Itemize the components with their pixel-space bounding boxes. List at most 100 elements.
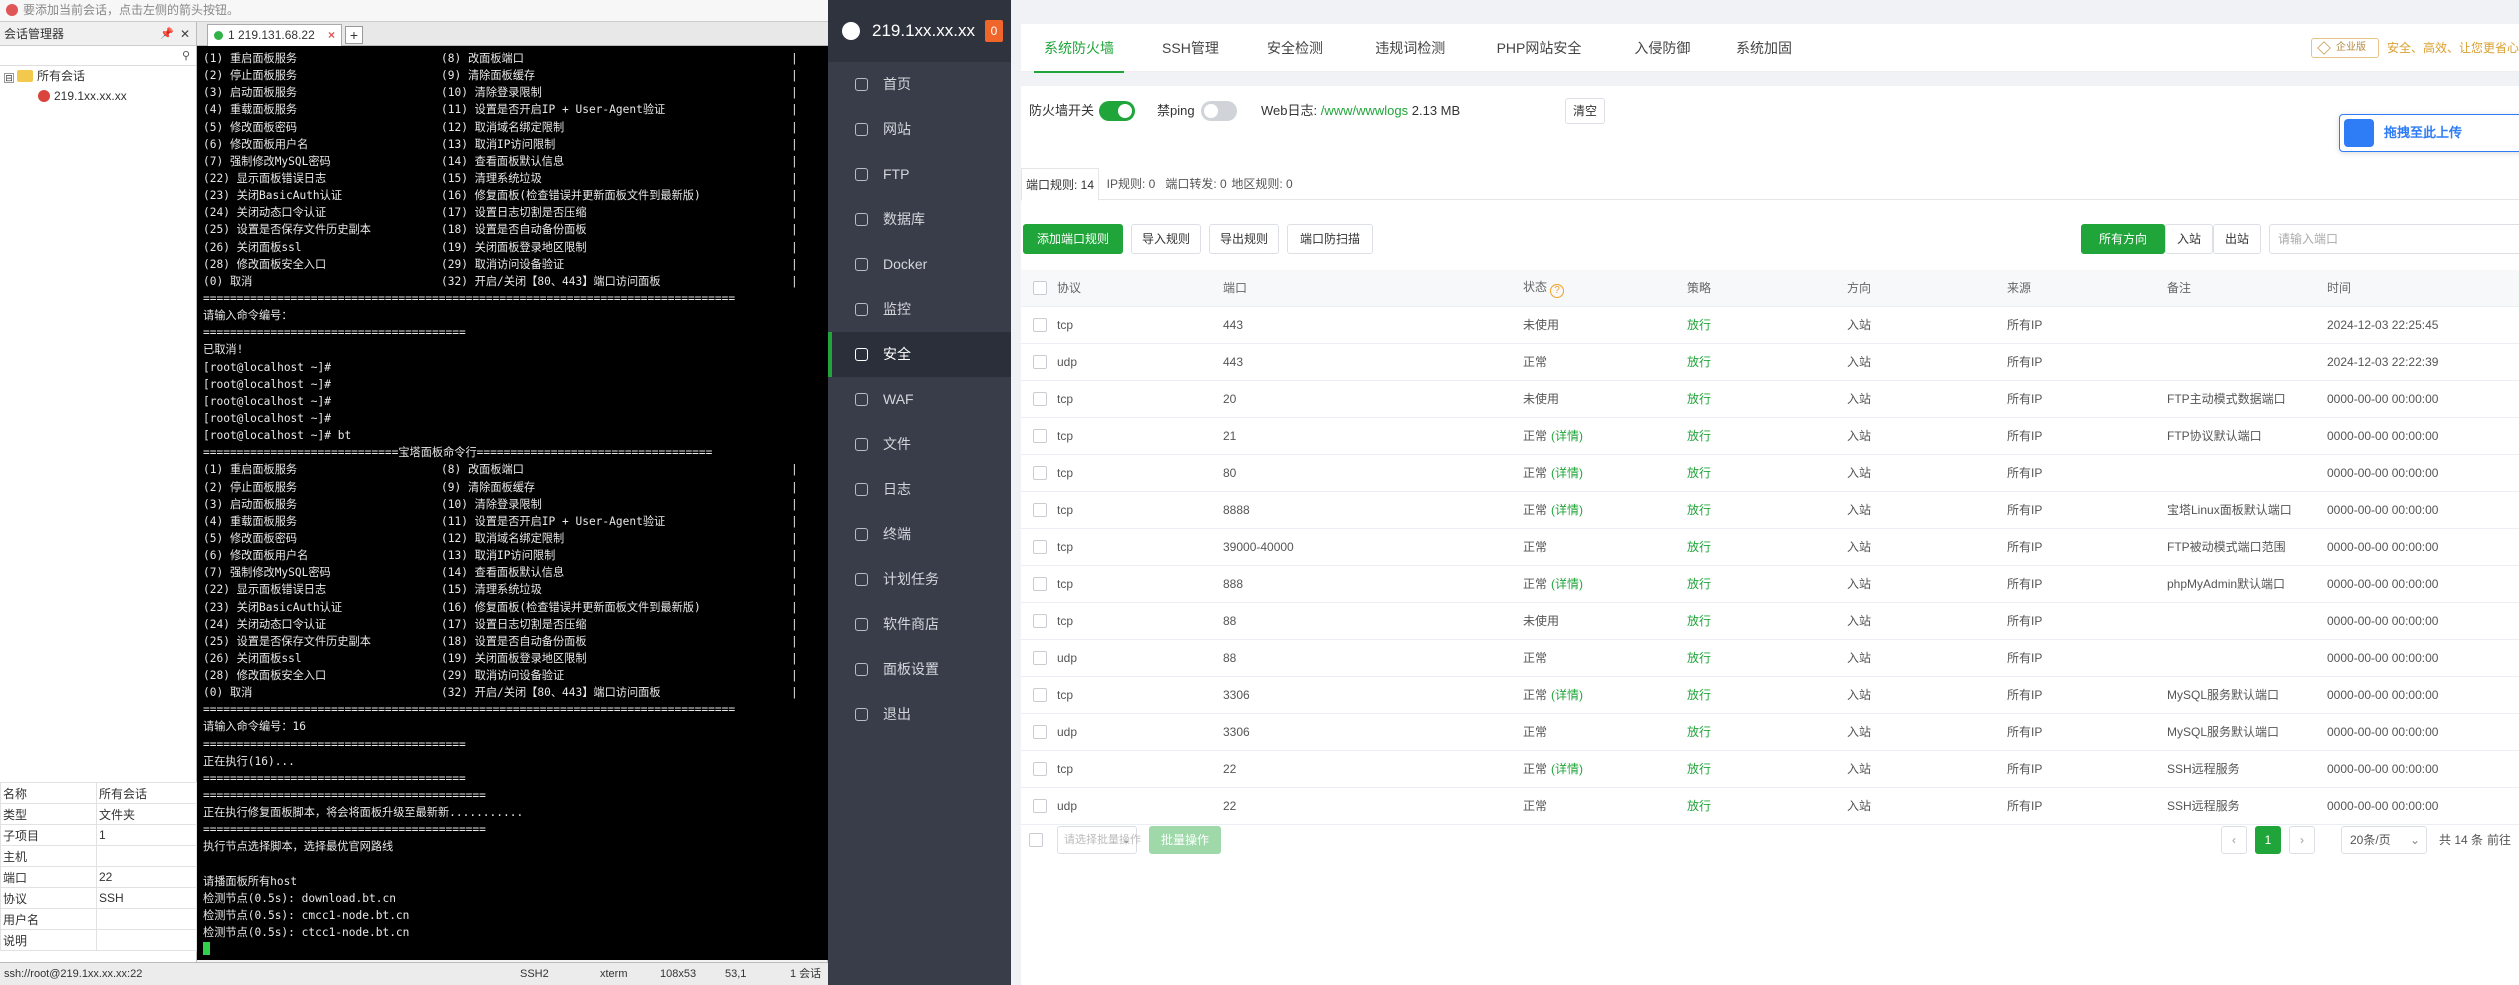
sidebar-item-6[interactable]: 监控	[828, 287, 1011, 332]
select-all-checkbox[interactable]	[1029, 833, 1043, 847]
row-checkbox[interactable]	[1033, 391, 1047, 406]
source-cell-text: 所有IP	[2007, 429, 2043, 443]
sidebar-item-1[interactable]: 首页	[828, 62, 1011, 107]
row-checkbox[interactable]	[1033, 576, 1047, 591]
status-detail-link[interactable]: (详情)	[1551, 429, 1583, 443]
sidebar-item-12[interactable]: 计划任务	[828, 557, 1011, 602]
status-detail-link[interactable]: (详情)	[1551, 503, 1583, 517]
batch-operation-button[interactable]: 批量操作	[1149, 826, 1221, 854]
import-rules-button[interactable]: 导入规则	[1131, 224, 1201, 254]
tree-item-server[interactable]: 219.1xx.xx.xx	[0, 86, 196, 106]
notification-badge[interactable]: 0	[985, 20, 1003, 42]
rule-tab-4[interactable]: 地区规则: 0	[1229, 168, 1295, 200]
row-checkbox-cell	[1021, 602, 1057, 640]
sidebar-item-11[interactable]: 终端	[828, 512, 1011, 557]
terminal-text: 已取消!	[203, 343, 244, 357]
new-tab-button[interactable]: +	[345, 26, 363, 44]
protocol-cell: tcp	[1057, 417, 1223, 455]
sidebar-item-7[interactable]: 安全	[828, 332, 1011, 377]
direction-all-button[interactable]: 所有方向	[2081, 224, 2165, 254]
weblog-path-link[interactable]: /www/wwwlogs	[1321, 103, 1408, 118]
page-size-select[interactable]: 20条/页 ⌄	[2341, 826, 2427, 854]
rule-tab-3[interactable]: 端口转发: 0	[1163, 168, 1229, 200]
terminal-text: (16) 修复面板(检查错误并更新面板文件到最新版)	[441, 600, 701, 614]
direction-in-button[interactable]: 入站	[2165, 224, 2213, 254]
sidebar-item-13[interactable]: 软件商店	[828, 602, 1011, 647]
close-icon[interactable]: ✕	[180, 22, 190, 46]
drag-upload-tip[interactable]: 拖拽至此上传	[2339, 114, 2519, 152]
sidebar-item-9[interactable]: 文件	[828, 422, 1011, 467]
switch-knob	[1118, 104, 1132, 118]
pin-icon[interactable]: 📌	[160, 22, 174, 46]
row-checkbox[interactable]	[1033, 650, 1047, 665]
port-search-input[interactable]	[2269, 224, 2519, 254]
row-checkbox[interactable]	[1033, 724, 1047, 739]
status-detail-link[interactable]: (详情)	[1551, 466, 1583, 480]
tab-security-7[interactable]: 系统加固	[1736, 24, 1792, 72]
row-checkbox[interactable]	[1033, 354, 1047, 369]
sidebar-item-4[interactable]: 数据库	[828, 197, 1011, 242]
port-cell: 8888	[1223, 491, 1523, 529]
table-row: tcp 3306 正常 (详情) 放行 入站 所有IP MySQL服务默认端口 0000-00-…	[1021, 676, 2519, 714]
row-checkbox[interactable]	[1033, 465, 1047, 480]
status-detail-link[interactable]: (详情)	[1551, 577, 1583, 591]
session-search[interactable]: ⚲	[0, 46, 196, 66]
row-checkbox[interactable]	[1033, 613, 1047, 628]
tab-security-6[interactable]: 入侵防御	[1634, 24, 1690, 72]
clear-log-button[interactable]: 清空	[1565, 98, 1605, 124]
sidebar-item-10[interactable]: 日志	[828, 467, 1011, 512]
sidebar-item-label: 监控	[883, 301, 911, 317]
security-tabs: 系统防火墙 SSH管理 安全检测 违规词检测 PHP网站安全 入侵防御 系统加固 企业版 安…	[1021, 24, 2519, 73]
sidebar-item-5[interactable]: Docker	[828, 242, 1011, 287]
tab-security-4[interactable]: 违规词检测	[1375, 24, 1445, 72]
collapse-toggle-icon[interactable]: ⊟	[4, 73, 14, 83]
sidebar-item-2[interactable]: 网站	[828, 107, 1011, 152]
terminal-prompt-line[interactable]	[203, 941, 828, 958]
direction-out-button[interactable]: 出站	[2213, 224, 2261, 254]
firewall-switch[interactable]	[1099, 101, 1135, 121]
row-checkbox[interactable]	[1033, 428, 1047, 443]
tree-item-all-sessions[interactable]: ⊟ 所有会话	[0, 66, 196, 86]
ping-switch[interactable]	[1201, 101, 1237, 121]
select-all-rows-checkbox[interactable]	[1033, 281, 1047, 296]
terminal-text: (4) 重载面板服务	[203, 103, 298, 117]
add-port-rule-button[interactable]: 添加端口规则	[1023, 224, 1123, 254]
terminal-line: =======================================	[203, 770, 828, 787]
row-checkbox[interactable]	[1033, 798, 1047, 813]
status-detail-link[interactable]: (详情)	[1551, 762, 1583, 776]
row-checkbox[interactable]	[1033, 539, 1047, 554]
status-cell: 正常	[1523, 713, 1687, 751]
current-page-button[interactable]: 1	[2255, 826, 2281, 854]
terminal-output[interactable]: (1) 重启面板服务 (8) 改面板端口 | (2) 停止面板服务 (9) 清除面板缓存…	[197, 46, 828, 960]
tab-security-1[interactable]: 系统防火墙	[1033, 24, 1124, 73]
row-checkbox[interactable]	[1033, 317, 1047, 332]
port-cell-text: 3306	[1223, 724, 1250, 739]
close-tab-icon[interactable]: ×	[328, 25, 335, 45]
tab-security-3[interactable]: 安全检测	[1267, 24, 1323, 72]
help-icon[interactable]: ?	[1550, 283, 1565, 298]
table-row: udp 22 正常 放行 入站 所有IP SSH远程服务 0000-00-00 00:00:0…	[1021, 787, 2519, 825]
terminal-tab[interactable]: 1 219.131.68.22 ×	[207, 24, 342, 46]
search-icon[interactable]: ⚲	[182, 49, 190, 62]
sidebar-item-14[interactable]: 面板设置	[828, 647, 1011, 692]
next-page-button[interactable]: ›	[2289, 826, 2315, 854]
status-detail-link[interactable]: (详情)	[1551, 688, 1583, 702]
go-to-page[interactable]: 前往	[2487, 826, 2511, 854]
row-checkbox[interactable]	[1033, 761, 1047, 776]
prev-page-button[interactable]: ‹	[2221, 826, 2247, 854]
export-rules-button[interactable]: 导出规则	[1209, 224, 1279, 254]
rule-tab-1[interactable]: 端口规则: 14	[1021, 168, 1099, 201]
sidebar-item-8[interactable]: WAF	[828, 377, 1011, 422]
row-checkbox[interactable]	[1033, 687, 1047, 702]
terminal-text: 检测节点(0.5s): cmcc1-node.bt.cn	[203, 909, 410, 923]
rule-tab-2[interactable]: IP规则: 0	[1099, 168, 1163, 200]
terminal-text: (26) 关闭面板ssl	[203, 240, 302, 254]
sidebar-item-15[interactable]: 退出	[828, 692, 1011, 737]
enterprise-badge[interactable]: 企业版	[2311, 38, 2379, 58]
port-scan-protection-button[interactable]: 端口防扫描	[1287, 224, 1373, 254]
row-checkbox[interactable]	[1033, 502, 1047, 517]
sidebar-item-3[interactable]: FTP	[828, 152, 1011, 197]
tab-security-5[interactable]: PHP网站安全	[1497, 24, 1582, 72]
tab-security-2[interactable]: SSH管理	[1162, 24, 1219, 72]
batch-operation-select[interactable]: 请选择批量操作 ⌄	[1057, 826, 1141, 854]
